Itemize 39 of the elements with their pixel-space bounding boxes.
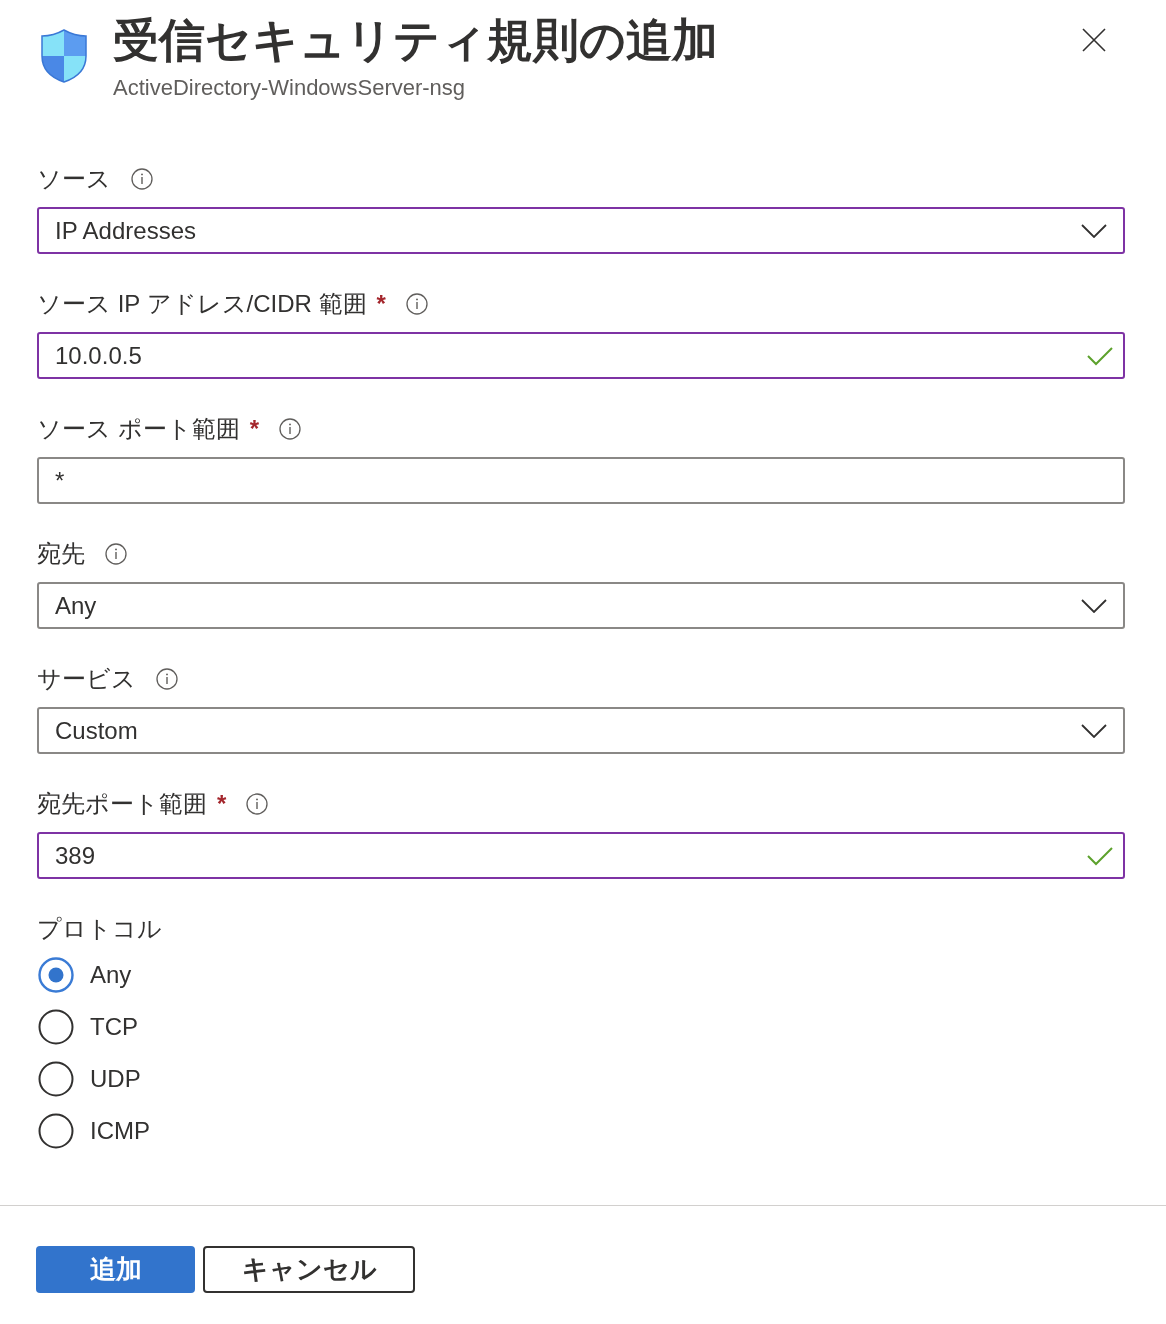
dropdown[interactable]: Custom (37, 707, 1125, 754)
required-mark: * (217, 789, 227, 819)
text-field[interactable]: * (37, 457, 1125, 504)
dropdown[interactable]: IP Addresses (37, 207, 1125, 254)
info-icon[interactable] (279, 418, 301, 440)
text-field[interactable]: 10.0.0.5 (37, 332, 1125, 379)
info-icon[interactable] (131, 168, 153, 190)
field-label: ソース (37, 164, 111, 194)
resource-name: ActiveDirectory-WindowsServer-nsg (113, 74, 466, 102)
field-label: 宛先ポート範囲 (37, 789, 207, 819)
radio-button[interactable] (38, 1009, 74, 1045)
chevron-down-icon (1081, 723, 1107, 738)
add-button[interactable]: 追加 (36, 1246, 195, 1293)
radio-button[interactable] (38, 1113, 74, 1149)
option-label[interactable]: ICMP (90, 1116, 150, 1146)
option-label[interactable]: TCP (90, 1012, 138, 1042)
text-field[interactable]: 389 (37, 832, 1125, 879)
shield-icon (40, 28, 88, 84)
info-icon[interactable] (105, 543, 127, 565)
info-icon[interactable] (246, 793, 269, 815)
option-label[interactable]: Any (90, 960, 132, 990)
info-icon[interactable] (405, 293, 428, 315)
field-label: ソース IP アドレス/CIDR 範囲 (37, 289, 367, 319)
chevron-down-icon (1081, 223, 1107, 238)
radio-button[interactable] (38, 957, 74, 993)
option-label[interactable]: UDP (90, 1064, 141, 1094)
required-mark: * (249, 414, 259, 444)
dialog-title: 受信セキュリティ規則の追加 (113, 13, 718, 68)
field-label: サービス (37, 664, 136, 694)
chevron-down-icon (1081, 598, 1107, 613)
close-button[interactable] (1082, 28, 1106, 52)
radio-button[interactable] (38, 1061, 74, 1097)
field-label: プロトコル (37, 914, 162, 944)
field-label: ソース ポート範囲 (37, 414, 240, 444)
cancel-button[interactable]: キャンセル (203, 1246, 415, 1293)
required-mark: * (376, 289, 386, 319)
field-label: 宛先 (37, 539, 85, 569)
info-icon[interactable] (156, 668, 178, 690)
dropdown[interactable]: Any (37, 582, 1125, 629)
